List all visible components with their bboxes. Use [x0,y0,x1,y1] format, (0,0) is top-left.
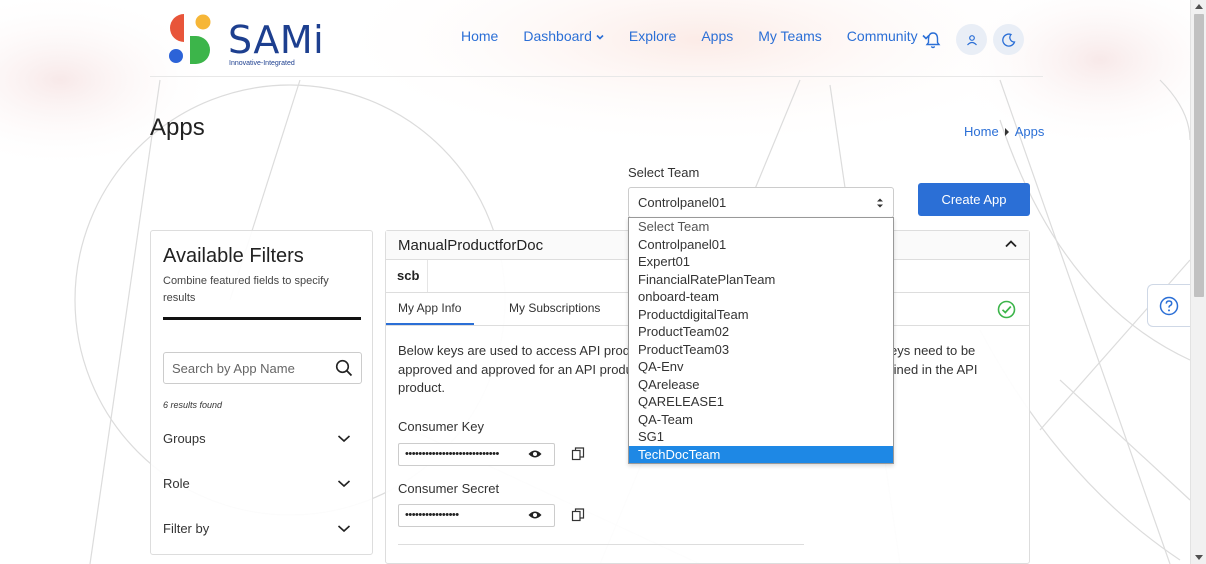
dropdown-option[interactable]: QA-Team [629,411,893,429]
bell-icon[interactable] [925,31,941,49]
dropdown-option[interactable]: ProductTeam02 [629,323,893,341]
user-profile-button[interactable] [956,24,987,55]
filters-panel: Available Filters Combine featured field… [150,230,373,555]
nav-apps[interactable]: Apps [701,28,733,44]
results-count: 6 results found [163,400,223,410]
chevron-down-icon [337,435,351,443]
nav-my-teams[interactable]: My Teams [758,28,822,44]
vertical-scrollbar[interactable] [1190,0,1206,564]
page-title: Apps [150,114,205,141]
breadcrumb-current[interactable]: Apps [1015,124,1045,139]
nav-explore[interactable]: Explore [629,28,676,44]
logo-mark-icon [169,14,211,64]
nav-community[interactable]: Community [847,28,930,44]
desc-line2-right: fined in the API [890,361,978,377]
desc-line1-left: Below keys are used to access API produ [398,343,638,358]
scroll-up-arrow-icon[interactable] [1195,4,1203,9]
chevron-down-icon [337,480,351,488]
search-input[interactable] [172,354,332,382]
dark-mode-toggle[interactable] [993,24,1024,55]
filter-groups-label: Groups [163,431,206,446]
select-team-label: Select Team [628,165,700,180]
desc-line2-left: approved and approved for an API produ [398,361,633,377]
breadcrumb-home[interactable]: Home [964,124,999,139]
create-app-button[interactable]: Create App [918,183,1030,216]
team-select[interactable]: Controlpanel01 [628,187,894,218]
dropdown-option[interactable]: Select Team [629,218,893,236]
team-dropdown-list: Select Team Controlpanel01 Expert01 Financi… [628,217,894,464]
dropdown-option[interactable]: QARELEASE1 [629,393,893,411]
brand-tagline: Innovative-Integrated [229,60,295,67]
dropdown-option[interactable]: QA-Env [629,358,893,376]
search-box [163,352,362,384]
filter-role-label: Role [163,476,190,491]
dropdown-option[interactable]: SG1 [629,428,893,446]
brand-name: SAMi [228,18,325,62]
consumer-secret-label: Consumer Secret [398,481,500,496]
dropdown-option[interactable]: Expert01 [629,253,893,271]
scroll-down-arrow-icon[interactable] [1195,555,1203,560]
search-icon[interactable] [335,359,353,377]
app-name: ManualProductforDoc [398,237,544,254]
breadcrumb: Home Apps [964,124,1044,139]
nav-community-label: Community [846,28,918,44]
filter-role[interactable]: Role [163,476,351,491]
org-tab-scb[interactable]: scb [386,260,428,292]
nav-dashboard[interactable]: Dashboard [523,28,604,44]
breadcrumb-separator-icon [1004,127,1009,136]
dropdown-option[interactable]: FinancialRatePlanTeam [629,271,893,289]
sami-logo[interactable]: SAMi Innovative-Integrated [168,12,324,68]
filters-title: Available Filters [163,245,304,267]
dropdown-option[interactable]: ProductdigitalTeam [629,306,893,324]
eye-icon[interactable] [528,510,542,520]
select-arrows-icon [877,198,883,208]
moon-icon [1001,32,1015,47]
copy-icon[interactable] [571,447,585,461]
filters-divider [163,317,361,320]
user-icon [966,34,977,45]
dropdown-option[interactable]: ProductTeam03 [629,341,893,359]
dropdown-option[interactable]: TechDocTeam [629,445,893,463]
consumer-key-label: Consumer Key [398,419,484,434]
chevron-down-icon [337,525,351,533]
check-circle-icon [997,300,1016,319]
filter-groups[interactable]: Groups [163,431,351,446]
nav-home[interactable]: Home [461,28,498,44]
chevron-up-icon[interactable] [1005,240,1017,248]
filter-by-label: Filter by [163,521,210,536]
top-header: SAMi Innovative-Integrated Home Dashboar… [150,0,1043,77]
filter-by[interactable]: Filter by [163,521,351,536]
page: SAMi Innovative-Integrated Home Dashboar… [0,0,1190,564]
desc-line1-right: eys need to be [890,343,976,358]
dropdown-option[interactable]: Controlpanel01 [629,236,893,254]
dropdown-option[interactable]: QArelease [629,376,893,394]
scroll-thumb[interactable] [1194,14,1204,297]
eye-icon[interactable] [528,449,542,459]
section-divider [398,544,804,545]
tab-my-app-info[interactable]: My App Info [386,293,474,325]
dropdown-option[interactable]: onboard-team [629,288,893,306]
filters-subtitle: Combine featured fields to specify resul… [163,275,329,304]
copy-icon[interactable] [571,508,585,522]
tab-my-subscriptions[interactable]: My Subscriptions [509,293,600,325]
team-select-value: Controlpanel01 [638,195,727,210]
chevron-down-icon [596,34,604,40]
nav-dashboard-label: Dashboard [523,28,592,44]
main-nav: Home Dashboard Explore Apps My Teams Com… [461,28,955,44]
